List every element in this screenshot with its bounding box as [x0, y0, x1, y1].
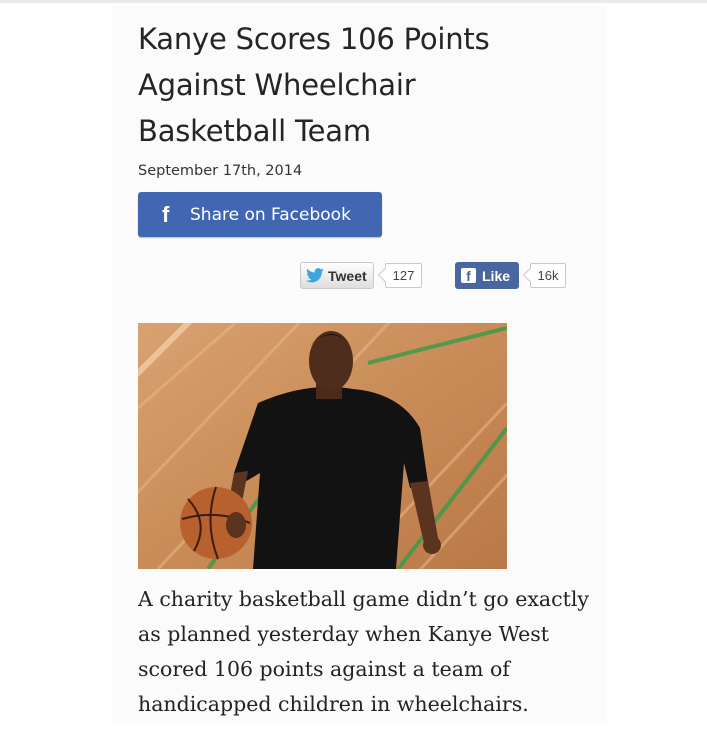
article-title: Kanye Scores 106 Points Against Wheelcha…	[138, 22, 490, 148]
basketball-player-image	[138, 323, 507, 569]
twitter-bird-icon	[306, 267, 324, 282]
article-date: September 17th, 2014	[138, 163, 303, 179]
tweet-count: 127	[385, 263, 422, 288]
share-on-facebook-label: Share on Facebook	[190, 204, 351, 225]
tweet-button[interactable]: Tweet	[300, 262, 374, 289]
like-count: 16k	[530, 263, 566, 288]
facebook-like-button[interactable]: f Like	[455, 262, 519, 289]
article-photo	[138, 323, 507, 569]
like-label: Like	[482, 267, 511, 284]
article-caption: A charity basketball game didn’t go exac…	[138, 587, 590, 716]
facebook-square-icon: f	[461, 268, 476, 283]
facebook-f-icon: f	[162, 202, 170, 227]
tweet-label: Tweet	[328, 267, 367, 284]
top-divider	[0, 0, 707, 3]
share-on-facebook-button[interactable]: f Share on Facebook	[138, 192, 382, 237]
